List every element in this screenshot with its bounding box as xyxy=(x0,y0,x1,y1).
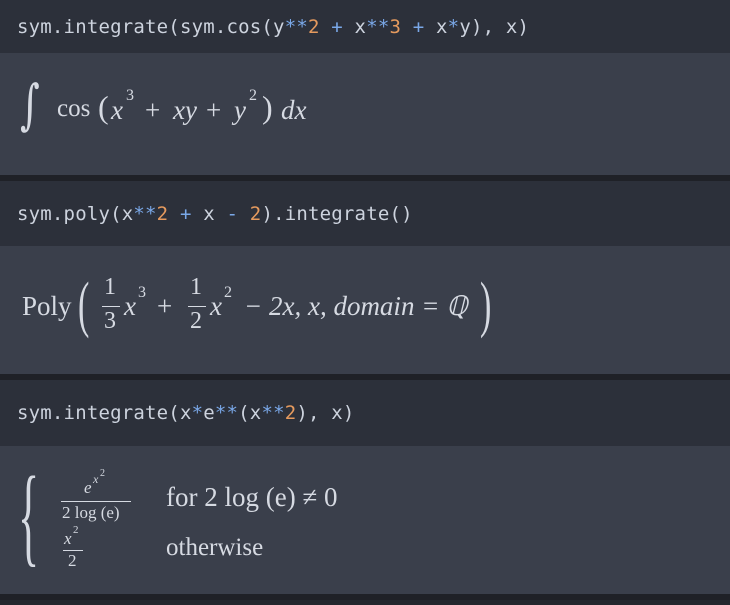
cos-function: cos xyxy=(57,95,91,122)
code-operator: ** xyxy=(366,15,390,38)
exponent-2: 2 xyxy=(73,524,79,536)
exp-base-e: e xyxy=(84,478,92,497)
fraction-bar xyxy=(188,306,206,307)
exponent-3: 3 xyxy=(138,284,146,301)
cell-3: sym.integrate(x * e ** (x ** 2), x) { e x 2 2 … xyxy=(0,380,730,594)
left-paren: ( xyxy=(98,89,109,125)
code-text: (x xyxy=(238,402,262,424)
plus-sign: + xyxy=(145,95,161,125)
var-x: x xyxy=(210,291,222,321)
fraction-denominator: 2 xyxy=(190,308,202,334)
left-paren: ( xyxy=(78,271,90,339)
var-x: x xyxy=(64,529,72,548)
plus-sign: + xyxy=(206,95,222,125)
code-text: ).integrate() xyxy=(261,202,413,225)
piecewise-condition-1: for 2 log (e) ≠ 0 xyxy=(166,482,338,512)
fraction-numerator: 1 xyxy=(190,274,202,300)
term-xy: xy xyxy=(173,95,197,125)
code-operator: + xyxy=(331,15,343,38)
code-text: x xyxy=(342,15,367,38)
fraction-numerator: 1 xyxy=(104,274,116,300)
exp-exponent-2: 2 xyxy=(100,468,105,479)
code-input-2[interactable]: sym.poly(x ** 2 + x - 2).integrate() xyxy=(0,181,730,246)
code-operator: ** xyxy=(133,202,157,225)
code-text: sym.poly(x xyxy=(17,202,134,225)
output-3: { e x 2 2 log (e) x 2 2 for 2 log (e) ≠ … xyxy=(0,446,730,594)
cell-2: sym.poly(x ** 2 + x - 2).integrate() Poly … xyxy=(0,181,730,374)
code-operator: + xyxy=(412,15,425,38)
poly-label: Poly xyxy=(22,291,72,321)
code-operator: ** xyxy=(284,15,308,38)
output-1: ∫ cos ( x 3 + xy + y 2 ) dx xyxy=(0,53,730,175)
fraction-denominator: 2 log (e) xyxy=(62,503,120,522)
cell-1: sym.integrate(sym.cos(y ** 2 + x ** 3 + x * y)… xyxy=(0,0,730,175)
fraction-bar xyxy=(102,306,120,307)
code-number: 2 xyxy=(284,402,297,424)
code-text: e xyxy=(203,402,215,424)
fraction-denominator: 2 xyxy=(68,551,77,570)
code-input-3[interactable]: sym.integrate(x * e ** (x ** 2), x) xyxy=(0,380,730,446)
plus-sign: + xyxy=(157,291,173,321)
code-operator: + xyxy=(179,202,192,225)
exponent-3: 3 xyxy=(126,87,134,104)
code-text: x xyxy=(424,15,448,38)
var-x: x xyxy=(111,95,123,125)
code-text: ), x) xyxy=(296,402,355,424)
code-text: sym.integrate(x xyxy=(17,402,192,424)
code-number: 3 xyxy=(389,15,402,38)
code-text: sym.integrate(sym.cos(y xyxy=(17,15,285,38)
right-paren: ) xyxy=(262,89,273,125)
exp-exponent-x: x xyxy=(93,472,99,486)
differential-dx: dx xyxy=(281,95,307,125)
cell-separator xyxy=(0,594,730,600)
exponent-2: 2 xyxy=(249,87,257,104)
piecewise-brace: { xyxy=(18,454,40,576)
code-number: 2 xyxy=(307,15,320,38)
var-x: x xyxy=(124,291,136,321)
code-text: y), x) xyxy=(459,15,530,38)
fraction-bar xyxy=(61,501,131,502)
code-text: x xyxy=(191,202,227,225)
code-operator: * xyxy=(191,402,204,424)
fraction-denominator: 3 xyxy=(104,308,116,334)
right-paren: ) xyxy=(480,271,492,339)
piecewise-condition-2: otherwise xyxy=(166,534,264,561)
code-number: 2 xyxy=(249,202,262,225)
code-operator: - xyxy=(226,202,239,225)
code-operator: ** xyxy=(214,402,239,424)
code-input-1[interactable]: sym.integrate(sym.cos(y ** 2 + x ** 3 + x * y)… xyxy=(0,0,730,53)
code-number: 2 xyxy=(156,202,169,225)
output-2: Poly ( 1 3 x 3 + 1 2 x 2 − 2x, x, domain… xyxy=(0,246,730,374)
code-operator: * xyxy=(447,15,460,38)
exponent-2: 2 xyxy=(224,284,232,301)
code-operator: ** xyxy=(261,402,285,424)
poly-remaining-terms: − 2x, x, domain = ℚ xyxy=(244,291,468,321)
var-y: y xyxy=(234,95,246,125)
integral-sign: ∫ xyxy=(20,73,40,136)
